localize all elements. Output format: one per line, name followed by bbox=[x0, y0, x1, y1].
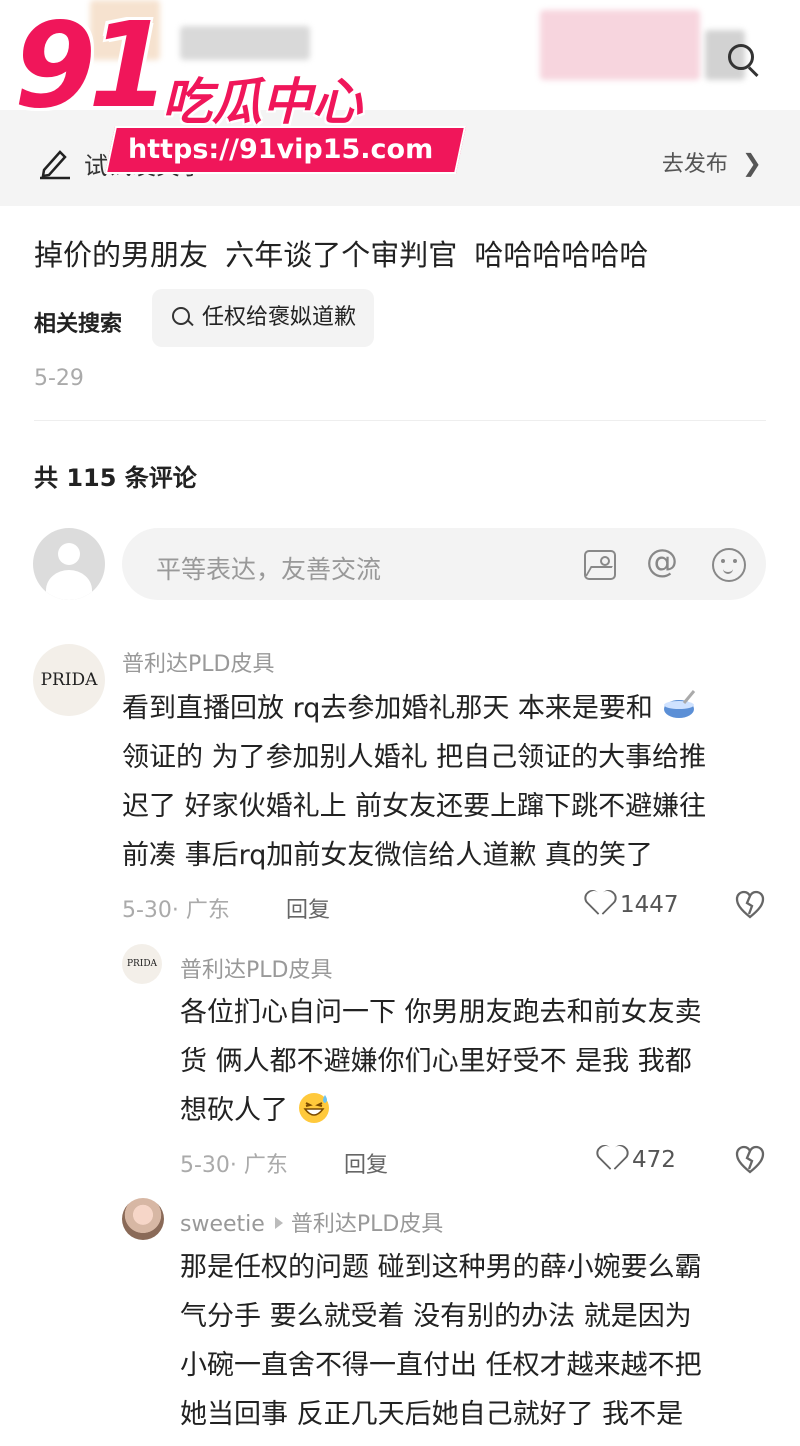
comment-text: 看到直播回放 rq去参加婚礼那天 本来是要和 领证的 为了参加别人婚礼 把自己领… bbox=[122, 684, 706, 880]
comment-text: 那是任权的问题 碰到这种男的薛小婉要么霸 气分手 要么就受着 没有别的办法 就是… bbox=[180, 1243, 702, 1439]
heart-icon bbox=[600, 1146, 626, 1170]
comment-line: 她当回事 反正几天后她自己就好了 我不是 bbox=[180, 1399, 684, 1430]
chevron-right-icon: ❯ bbox=[741, 149, 762, 177]
publish-label: 去发布 bbox=[661, 152, 728, 177]
avatar[interactable]: PRIDA bbox=[33, 644, 105, 716]
emoji-icon[interactable] bbox=[712, 548, 746, 582]
comment-line: 前凑 事后rq加前女友微信给人道歉 真的笑了 bbox=[122, 840, 653, 871]
reply-to-name: 普利达PLD皮具 bbox=[290, 1212, 444, 1237]
comment-line: 看到直播回放 rq去参加婚礼那天 本来是要和 bbox=[122, 684, 706, 733]
comment-count: 共 115 条评论 bbox=[34, 464, 197, 492]
post-date: 5-29 bbox=[34, 366, 84, 391]
avatar[interactable]: PRIDA bbox=[122, 944, 162, 984]
like-count: 1447 bbox=[620, 892, 679, 918]
like-button[interactable]: 472 bbox=[600, 1146, 676, 1173]
user-avatar[interactable] bbox=[33, 528, 105, 600]
publish-button[interactable]: 去发布 ❯ bbox=[662, 146, 762, 178]
post-title: 掉价的男朋友 六年谈了个审判官 哈哈哈哈哈哈 bbox=[34, 238, 649, 272]
reply-button[interactable]: 回复 bbox=[286, 892, 330, 924]
comment-author[interactable]: 普利达PLD皮具 bbox=[180, 952, 332, 984]
watermark-logo: 91 吃瓜中心 https://91vip15.com bbox=[14, 0, 467, 174]
comment-text: 各位扪心自问一下 你男朋友跑去和前女友卖 货 俩人都不避嫌你们心里好受不 是我 … bbox=[180, 988, 702, 1135]
comment-meta: 5-30· 广东 bbox=[180, 1153, 288, 1178]
grinning-sweat-emoji-icon bbox=[298, 1093, 329, 1123]
divider bbox=[34, 420, 766, 421]
logo-number: 91 bbox=[14, 0, 170, 134]
comment-input[interactable]: 平等表达，友善交流 @ bbox=[122, 528, 766, 600]
comment-line: 小碗一直舍不得一直付出 任权才越来越不把 bbox=[180, 1350, 702, 1381]
logo-text: 吃瓜中心 bbox=[162, 73, 362, 131]
logo-url: https://91vip15.com bbox=[104, 126, 467, 174]
comment-author[interactable]: sweetie 普利达PLD皮具 bbox=[180, 1206, 443, 1238]
image-icon[interactable] bbox=[584, 550, 616, 580]
dislike-icon[interactable] bbox=[735, 890, 765, 920]
blurred-follow-button bbox=[540, 10, 700, 80]
comment-line: 想砍人了 bbox=[180, 1086, 702, 1135]
at-mention-icon[interactable]: @ bbox=[646, 542, 678, 580]
search-icon[interactable] bbox=[724, 40, 760, 78]
search-icon bbox=[172, 307, 190, 325]
reply-arrow-icon bbox=[274, 1217, 283, 1229]
comment-line: 那是任权的问题 碰到这种男的薛小婉要么霸 bbox=[180, 1252, 702, 1283]
comment-line: 气分手 要么就受着 没有别的办法 就是因为 bbox=[180, 1301, 692, 1332]
avatar[interactable] bbox=[122, 1198, 164, 1240]
dislike-icon[interactable] bbox=[735, 1145, 765, 1175]
bowl-emoji-icon bbox=[663, 690, 695, 718]
comment-line: 货 俩人都不避嫌你们心里好受不 是我 我都 bbox=[180, 1046, 692, 1077]
reply-button[interactable]: 回复 bbox=[344, 1147, 388, 1179]
comment-line: 迟了 好家伙婚礼上 前女友还要上蹿下跳不避嫌往 bbox=[122, 791, 707, 822]
like-count: 472 bbox=[632, 1147, 676, 1173]
comment-input-placeholder: 平等表达，友善交流 bbox=[156, 555, 382, 584]
comment-meta: 5-30· 广东 bbox=[122, 898, 230, 923]
heart-icon bbox=[588, 891, 614, 915]
comment-line: 领证的 为了参加别人婚礼 把自己领证的大事给推 bbox=[122, 742, 707, 773]
comment-author[interactable]: 普利达PLD皮具 bbox=[122, 646, 274, 678]
like-button[interactable]: 1447 bbox=[588, 891, 679, 918]
comment-line: 各位扪心自问一下 你男朋友跑去和前女友卖 bbox=[180, 997, 702, 1028]
related-search-query: 任权给褒姒道歉 bbox=[202, 305, 357, 330]
related-search-chip[interactable]: 任权给褒姒道歉 bbox=[152, 289, 375, 347]
related-search-label: 相关搜索 bbox=[34, 312, 123, 337]
